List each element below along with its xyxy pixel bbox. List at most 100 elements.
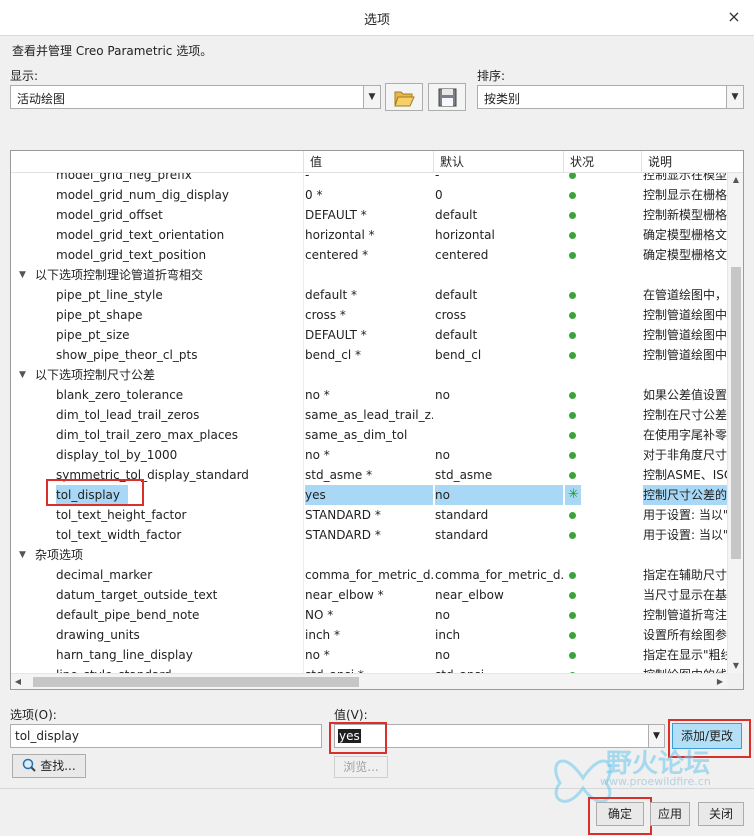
description-cell: 用于设置: 当以"	[643, 528, 727, 542]
option-input[interactable]: tol_display	[10, 724, 322, 748]
status-dot-icon	[569, 532, 576, 539]
status-dot-icon	[569, 612, 576, 619]
table-row[interactable]: tol_text_width_factor STANDARD * standard 用…	[11, 525, 727, 545]
scroll-right-icon[interactable]: ▶	[713, 674, 727, 689]
table-row[interactable]: dim_tol_trail_zero_max_places same_as_dim…	[11, 425, 727, 445]
group-row[interactable]: ▼ 杂项选项	[11, 545, 727, 565]
horizontal-scrollbar[interactable]: ◀ ▶	[11, 673, 727, 689]
group-label: 以下选项控制理论管道折弯相交	[35, 268, 204, 282]
table-row[interactable]: model_grid_offset DEFAULT * default 控制新模型栅格	[11, 205, 727, 225]
table-row[interactable]: display_tol_by_1000 no * no 对于非角度尺寸	[11, 445, 727, 465]
table-row[interactable]: model_grid_neg_prefix - - 控制显示在模型	[11, 173, 727, 185]
option-name-cell: display_tol_by_1000	[56, 448, 178, 462]
folder-open-icon	[394, 91, 415, 107]
status-cell: ✳	[565, 485, 581, 505]
scroll-left-icon[interactable]: ◀	[11, 674, 25, 689]
close-icon[interactable]: ×	[722, 6, 746, 30]
option-name-cell: show_pipe_theor_cl_pts	[56, 348, 198, 362]
table-row[interactable]: tol_text_height_factor STANDARD * standard…	[11, 505, 727, 525]
column-header-status[interactable]: 状况	[563, 151, 641, 173]
table-header: 值 默认 状况 说明	[11, 151, 743, 173]
column-divider	[303, 173, 304, 673]
collapse-triangle-icon[interactable]: ▼	[19, 365, 26, 385]
status-cell	[563, 645, 639, 665]
close-button[interactable]: 关闭	[698, 802, 744, 826]
table-row[interactable]: model_grid_num_dig_display 0 * 0 控制显示在栅格	[11, 185, 727, 205]
value-cell: 0 *	[305, 188, 323, 202]
horizontal-scroll-thumb[interactable]	[33, 677, 359, 687]
table-row[interactable]: blank_zero_tolerance no * no 如果公差值设置	[11, 385, 727, 405]
display-select[interactable]: 活动绘图 ▼	[10, 85, 381, 109]
chevron-down-icon: ▼	[726, 86, 743, 108]
status-dot-icon	[569, 212, 576, 219]
value-cell: -	[305, 173, 310, 182]
table-row[interactable]: dim_tol_lead_trail_zeros same_as_lead_tra…	[11, 405, 727, 425]
default-cell: no	[435, 648, 450, 662]
open-file-button[interactable]	[385, 83, 423, 111]
description-cell: 控制显示在模型	[643, 173, 727, 182]
scroll-up-icon[interactable]: ▲	[728, 173, 743, 187]
value-cell: horizontal *	[305, 228, 375, 242]
table-row[interactable]: default_pipe_bend_note NO * no 控制管道折弯注	[11, 605, 727, 625]
group-row[interactable]: ▼ 以下选项控制理论管道折弯相交	[11, 265, 727, 285]
vertical-scrollbar[interactable]: ▲ ▼	[727, 173, 743, 673]
table-row[interactable]: decimal_marker comma_for_metric_d... comma…	[11, 565, 727, 585]
column-header-description[interactable]: 说明	[641, 151, 743, 173]
status-cell	[563, 185, 639, 205]
group-row[interactable]: ▼ 以下选项控制尺寸公差	[11, 365, 727, 385]
table-row[interactable]: line_style_standard std_ansi *std_ansi 控制绘…	[11, 665, 727, 673]
description-cell: 用于设置: 当以"	[643, 508, 727, 522]
table-row[interactable]: pipe_pt_shape cross * cross 控制管道绘图中	[11, 305, 727, 325]
default-cell: default	[435, 208, 478, 222]
status-cell	[563, 465, 639, 485]
table-row[interactable]: show_pipe_theor_cl_pts bend_cl * bend_cl 控制…	[11, 345, 727, 365]
ok-button[interactable]: 确定	[596, 802, 644, 826]
save-file-button[interactable]	[428, 83, 466, 111]
table-row[interactable]: model_grid_text_orientation horizontal * h…	[11, 225, 727, 245]
collapse-triangle-icon[interactable]: ▼	[19, 545, 26, 565]
table-row[interactable]: tol_display yes no 控制尺寸公差的 ✳	[11, 485, 727, 505]
status-cell	[563, 173, 639, 185]
vertical-scroll-thumb[interactable]	[731, 267, 741, 559]
column-header-value[interactable]: 值	[303, 151, 433, 173]
value-cell: STANDARD *	[305, 508, 381, 522]
status-dot-icon	[569, 452, 576, 459]
option-label: 选项(O):	[10, 708, 57, 722]
option-name-cell: model_grid_num_dig_display	[56, 188, 229, 202]
option-name-cell: tol_display	[56, 485, 128, 505]
default-cell: cross	[435, 308, 467, 322]
option-name-cell: harn_tang_line_display	[56, 648, 193, 662]
column-header-default[interactable]: 默认	[433, 151, 563, 173]
table-row[interactable]: pipe_pt_line_style default * default 在管道绘图中…	[11, 285, 727, 305]
option-name-cell: datum_target_outside_text	[56, 588, 218, 602]
table-row[interactable]: drawing_units inch * inch 设置所有绘图参	[11, 625, 727, 645]
value-cell: yes	[305, 485, 433, 505]
value-cell: std_ansi *	[305, 665, 433, 673]
option-name-cell: line_style_standard	[56, 665, 301, 673]
collapse-triangle-icon[interactable]: ▼	[19, 265, 26, 285]
scroll-down-icon[interactable]: ▼	[728, 659, 743, 673]
find-button[interactable]: 查找...	[12, 754, 86, 778]
sort-select[interactable]: 按类别 ▼	[477, 85, 744, 109]
default-cell: -	[435, 173, 440, 182]
table-row[interactable]: model_grid_text_position centered * center…	[11, 245, 727, 265]
display-value: 活动绘图	[17, 92, 66, 106]
apply-button[interactable]: 应用	[650, 802, 690, 826]
value-cell: bend_cl *	[305, 348, 361, 362]
status-cell	[563, 585, 639, 605]
description-cell: 控制管道折弯注	[643, 608, 727, 622]
option-name-cell: symmetric_tol_display_standard	[56, 468, 249, 482]
status-dot-icon	[569, 572, 576, 579]
value-cell: no *	[305, 388, 330, 402]
table-row[interactable]: datum_target_outside_text near_elbow * nea…	[11, 585, 727, 605]
status-cell	[563, 245, 639, 265]
table-row[interactable]: harn_tang_line_display no * no 指定在显示"粗线	[11, 645, 727, 665]
browse-button[interactable]: 浏览...	[334, 756, 388, 778]
default-cell: no	[435, 448, 450, 462]
table-body: model_grid_neg_prefix - - 控制显示在模型 model_grid…	[11, 173, 727, 673]
find-button-label: 查找...	[40, 759, 76, 773]
default-cell	[435, 405, 563, 425]
status-changed-icon: ✳	[568, 487, 579, 502]
table-row[interactable]: symmetric_tol_display_standard std_asme *…	[11, 465, 727, 485]
table-row[interactable]: pipe_pt_size DEFAULT * default 控制管道绘图中	[11, 325, 727, 345]
